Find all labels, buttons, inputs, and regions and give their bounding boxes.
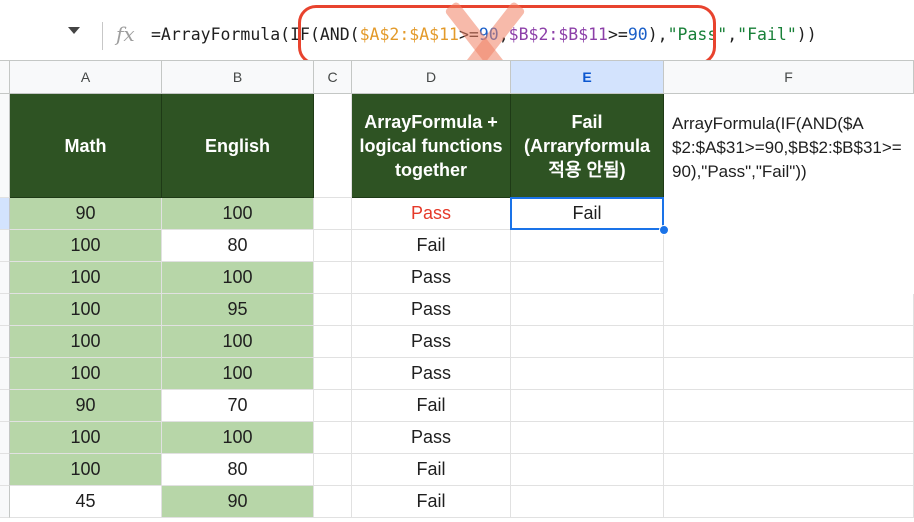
empty-cell[interactable] — [664, 486, 914, 518]
english-score-cell[interactable]: 100 — [162, 262, 314, 294]
row-number[interactable] — [0, 294, 10, 326]
row-number[interactable] — [0, 486, 10, 518]
empty-cell[interactable] — [314, 326, 352, 358]
select-all-corner[interactable] — [0, 61, 10, 93]
single-result-cell[interactable] — [511, 230, 664, 262]
column-header-row: ABCDEF — [0, 60, 914, 94]
result-cell[interactable]: Pass — [352, 262, 511, 294]
result-cell[interactable]: Pass — [352, 422, 511, 454]
row-number-1[interactable] — [0, 94, 10, 198]
english-score-cell[interactable]: 90 — [162, 486, 314, 518]
empty-cell[interactable] — [314, 422, 352, 454]
math-score-cell[interactable]: 100 — [10, 422, 162, 454]
formula-bar-divider — [102, 22, 103, 50]
single-result-cell[interactable] — [511, 486, 664, 518]
fill-handle[interactable] — [659, 225, 669, 235]
math-score-cell[interactable]: 100 — [10, 262, 162, 294]
english-score-cell[interactable]: 100 — [162, 198, 314, 230]
formula-token: , — [727, 25, 738, 44]
row-number[interactable] — [0, 230, 10, 262]
header-cell-e[interactable]: Fail (Arraryformula 적용 안됨) — [511, 94, 664, 198]
empty-cell[interactable] — [314, 454, 352, 486]
single-result-cell[interactable] — [511, 358, 664, 390]
result-cell[interactable]: Fail — [352, 230, 511, 262]
formula-token: "Fail" — [737, 25, 797, 44]
row-number[interactable] — [0, 422, 10, 454]
empty-cell[interactable] — [314, 486, 352, 518]
single-result-cell[interactable]: Fail — [511, 198, 664, 230]
single-result-cell[interactable] — [511, 262, 664, 294]
row-number[interactable] — [0, 262, 10, 294]
formula-note-cell[interactable]: ArrayFormula(IF(AND($A$2:$A$31>=90,$B$2:… — [664, 94, 914, 198]
single-result-cell[interactable] — [511, 294, 664, 326]
empty-cell[interactable] — [314, 294, 352, 326]
math-score-cell[interactable]: 100 — [10, 358, 162, 390]
result-cell[interactable]: Fail — [352, 454, 511, 486]
header-cell-b[interactable]: English — [162, 94, 314, 198]
single-result-cell[interactable] — [511, 422, 664, 454]
math-score-cell[interactable]: 100 — [10, 230, 162, 262]
empty-cell[interactable] — [664, 390, 914, 422]
math-score-cell[interactable]: 45 — [10, 486, 162, 518]
annotation-highlight-oval — [298, 5, 716, 65]
result-cell[interactable]: Fail — [352, 390, 511, 422]
column-header-b[interactable]: B — [162, 61, 314, 93]
english-score-cell[interactable]: 95 — [162, 294, 314, 326]
empty-cell[interactable] — [314, 198, 352, 230]
english-score-cell[interactable]: 100 — [162, 422, 314, 454]
result-cell[interactable]: Pass — [352, 326, 511, 358]
header-cell-c[interactable] — [314, 94, 352, 198]
single-result-cell[interactable] — [511, 326, 664, 358]
header-cell-d[interactable]: ArrayFormula + logical functions togethe… — [352, 94, 511, 198]
english-score-cell[interactable]: 80 — [162, 230, 314, 262]
result-cell[interactable]: Fail — [352, 486, 511, 518]
column-header-d[interactable]: D — [352, 61, 511, 93]
empty-cell[interactable] — [314, 230, 352, 262]
empty-cell[interactable] — [664, 326, 914, 358]
row-number[interactable] — [0, 390, 10, 422]
column-header-a[interactable]: A — [10, 61, 162, 93]
result-cell[interactable]: Pass — [352, 358, 511, 390]
single-result-cell[interactable] — [511, 390, 664, 422]
math-score-cell[interactable]: 90 — [10, 390, 162, 422]
column-header-c[interactable]: C — [314, 61, 352, 93]
english-score-cell[interactable]: 100 — [162, 326, 314, 358]
chevron-down-icon[interactable] — [68, 27, 80, 34]
empty-cell[interactable] — [664, 294, 914, 326]
english-score-cell[interactable]: 70 — [162, 390, 314, 422]
row-number[interactable] — [0, 358, 10, 390]
result-cell[interactable]: Pass — [352, 294, 511, 326]
math-score-cell[interactable]: 100 — [10, 454, 162, 486]
fx-icon: fx — [116, 22, 135, 46]
header-cell-a[interactable]: Math — [10, 94, 162, 198]
formula-token: )) — [796, 25, 817, 44]
spreadsheet-grid: Math English ArrayFormula + logical functi… — [0, 94, 914, 522]
column-header-f[interactable]: F — [664, 61, 914, 93]
formula-bar: fx =ArrayFormula(IF(AND($A$2:$A$11>=90,$… — [0, 0, 914, 65]
empty-cell[interactable] — [314, 358, 352, 390]
empty-cell[interactable] — [664, 422, 914, 454]
math-score-cell[interactable]: 100 — [10, 326, 162, 358]
empty-cell[interactable] — [664, 454, 914, 486]
column-header-e[interactable]: E — [511, 61, 664, 93]
single-result-cell[interactable] — [511, 454, 664, 486]
math-score-cell[interactable]: 90 — [10, 198, 162, 230]
row-number[interactable] — [0, 326, 10, 358]
math-score-cell[interactable]: 100 — [10, 294, 162, 326]
english-score-cell[interactable]: 100 — [162, 358, 314, 390]
result-cell[interactable]: Pass — [352, 198, 511, 230]
row-number[interactable] — [0, 454, 10, 486]
empty-cell[interactable] — [314, 390, 352, 422]
empty-cell[interactable] — [314, 262, 352, 294]
empty-cell[interactable] — [664, 358, 914, 390]
english-score-cell[interactable]: 80 — [162, 454, 314, 486]
row-number[interactable] — [0, 198, 10, 230]
